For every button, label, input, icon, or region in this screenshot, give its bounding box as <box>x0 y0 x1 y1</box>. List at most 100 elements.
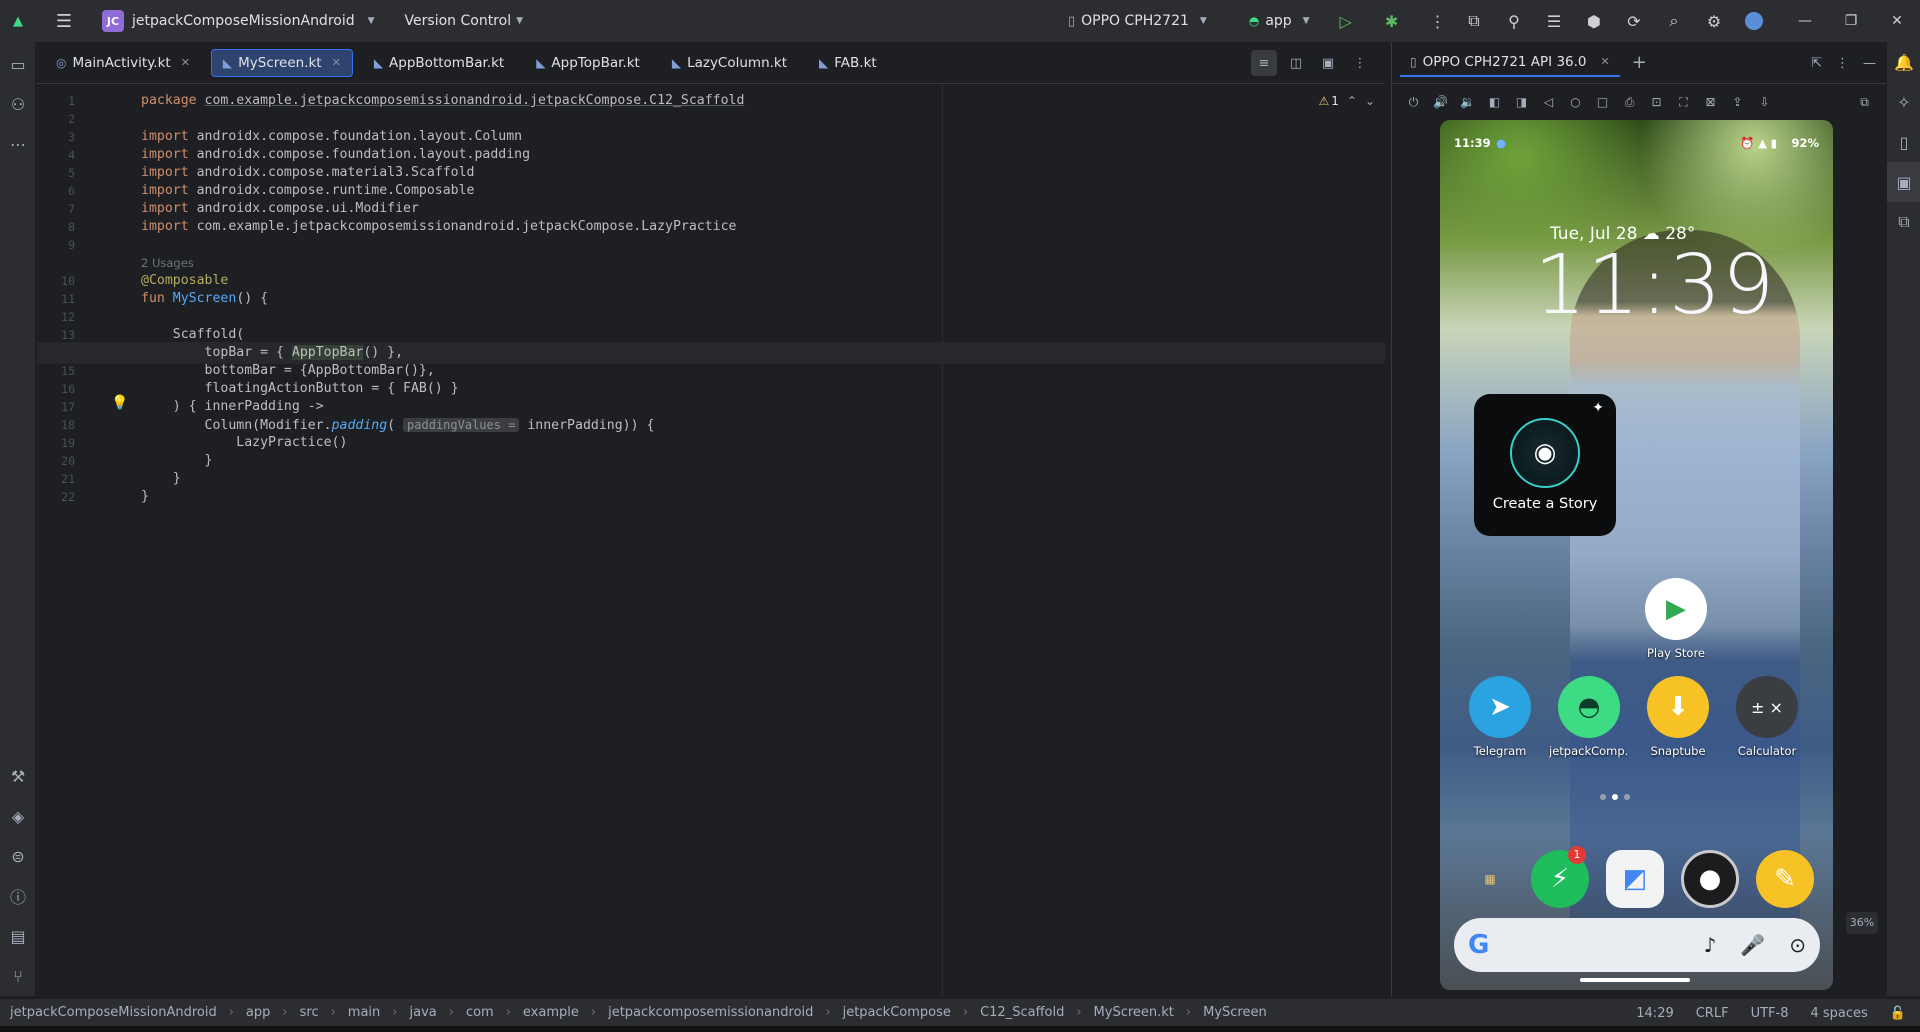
resource-manager-icon[interactable]: ⚇ <box>0 84 36 124</box>
device-manager-side-icon[interactable]: ▯ <box>1887 122 1920 162</box>
close-icon[interactable]: ✕ <box>181 56 190 69</box>
volume-down-icon[interactable]: 🔉 <box>1454 87 1481 117</box>
device-screen[interactable]: 11:39 ● ⏰ ▲ ▮ 92% Tue, Jul 28 ☁ 28° 11:3… <box>1440 120 1833 990</box>
line-separator[interactable]: CRLF <box>1696 1006 1729 1021</box>
debug-icon[interactable]: ✱ <box>1372 0 1412 42</box>
tab-fab[interactable]: ◣ FAB.kt <box>808 49 888 77</box>
caret-position[interactable]: 14:29 <box>1636 1006 1673 1021</box>
sdk-manager-icon[interactable]: ⬢ <box>1574 0 1614 42</box>
mirror-settings-icon[interactable]: ⧉ <box>1851 87 1878 117</box>
app-telegram[interactable]: ➤ Telegram <box>1460 676 1540 758</box>
app-jetpackcompose[interactable]: ◓ jetpackComp... <box>1549 676 1629 758</box>
fit-screen-icon[interactable]: ⛶ <box>1670 87 1697 117</box>
device-manager-icon[interactable]: ⧉ <box>1454 0 1494 42</box>
close-icon[interactable]: ✕ <box>332 56 341 69</box>
breadcrumb-item[interactable]: com <box>466 1005 494 1020</box>
code-area[interactable]: package com.example.jetpackcomposemissio… <box>37 84 1385 996</box>
logcat-icon[interactable]: ☰ <box>1534 0 1574 42</box>
line-number[interactable]: 22 <box>37 486 75 508</box>
breadcrumb-item[interactable]: jetpackCompose <box>843 1005 951 1020</box>
git-branch-icon[interactable]: ⑂ <box>0 956 36 996</box>
tab-appbottombar[interactable]: ◣ AppBottomBar.kt <box>363 49 515 77</box>
code-view-icon[interactable]: ≡ <box>1251 50 1277 76</box>
device-selector[interactable]: ▯ OPPO CPH2721 ▼ <box>1062 13 1213 29</box>
account-avatar-icon[interactable] <box>1734 0 1774 42</box>
run-icon[interactable]: ▷ <box>1326 0 1366 42</box>
rotate-left-icon[interactable]: ◧ <box>1481 87 1508 117</box>
zoom-level[interactable]: 36% <box>1846 912 1878 934</box>
device-tab[interactable]: ▯ OPPO CPH2721 API 36.0 ✕ <box>1400 49 1620 77</box>
breadcrumb-item[interactable]: MyScreen <box>1203 1005 1267 1020</box>
breadcrumb-item[interactable]: jetpackComposeMissionAndroid <box>10 1005 217 1020</box>
breadcrumb-item[interactable]: C12_Scaffold <box>980 1005 1064 1020</box>
problems-icon[interactable]: ⓘ <box>0 876 36 916</box>
breadcrumb-item[interactable]: main <box>348 1005 380 1020</box>
notifications-bell-icon[interactable]: 🔔 <box>1887 42 1920 82</box>
file-encoding[interactable]: UTF-8 <box>1751 1006 1789 1021</box>
gesture-home-bar[interactable] <box>1580 978 1690 982</box>
dock-app-phone-manager[interactable]: ⚡ 1 <box>1520 846 1600 908</box>
home-icon[interactable]: ○ <box>1562 87 1589 117</box>
close-window-icon[interactable]: ✕ <box>1874 0 1920 42</box>
breadcrumb-item[interactable]: app <box>246 1005 270 1020</box>
rotate-right-icon[interactable]: ◨ <box>1508 87 1535 117</box>
main-menu-icon[interactable]: ☰ <box>46 0 82 42</box>
split-view-icon[interactable]: ◫ <box>1283 50 1309 76</box>
app-snaptube[interactable]: ⬇ Snaptube <box>1638 676 1718 758</box>
settings-gear-icon[interactable]: ⚙ <box>1694 0 1734 42</box>
screen-record-icon[interactable]: ⊡ <box>1643 87 1670 117</box>
open-external-icon[interactable]: ⇱ <box>1811 56 1822 71</box>
app-calculator[interactable]: ± × Calculator <box>1727 676 1807 758</box>
dock-app-folder[interactable]: ▦ <box>1450 850 1530 908</box>
readonly-toggle-icon[interactable]: 🔓 <box>1890 1006 1906 1021</box>
dock-app-notes[interactable]: ✎ <box>1745 850 1825 908</box>
breadcrumb-item[interactable]: example <box>523 1005 579 1020</box>
terminal-icon[interactable]: ▤ <box>0 916 36 956</box>
minimize-window-icon[interactable]: — <box>1782 0 1828 42</box>
device-mirror-icon[interactable]: ⧉ <box>1887 202 1920 242</box>
overview-icon[interactable]: □ <box>1589 87 1616 117</box>
screenshot-icon[interactable]: ⎙ <box>1616 87 1643 117</box>
app-quality-icon[interactable]: ◈ <box>0 796 36 836</box>
gemini-icon[interactable]: ✧ <box>1887 82 1920 122</box>
export-icon[interactable]: ⇪ <box>1724 87 1751 117</box>
microphone-icon[interactable]: 🎤 <box>1740 933 1765 957</box>
lens-camera-icon[interactable]: ⊙ <box>1789 933 1806 957</box>
line-number[interactable]: 9 <box>37 234 75 256</box>
back-icon[interactable]: ◁ <box>1535 87 1562 117</box>
design-view-icon[interactable]: ▣ <box>1315 50 1341 76</box>
tab-options-icon[interactable]: ⋮ <box>1347 50 1373 76</box>
panel-options-icon[interactable]: ⋮ <box>1836 56 1849 71</box>
power-icon[interactable]: ⏻ <box>1400 87 1427 117</box>
project-folder-icon[interactable]: ▭ <box>0 44 36 84</box>
breadcrumb-item[interactable]: src <box>300 1005 319 1020</box>
dock-app-gallery[interactable]: ◩ <box>1595 850 1675 908</box>
google-search-bar[interactable]: G ♪ 🎤 ⊙ <box>1454 918 1820 972</box>
more-tools-icon[interactable]: ⋯ <box>0 124 36 164</box>
app-play-store[interactable]: ▶ Play Store <box>1636 578 1716 660</box>
sync-gradle-icon[interactable]: ⟳ <box>1614 0 1654 42</box>
app-inspection-icon[interactable]: ⊜ <box>0 836 36 876</box>
volume-up-icon[interactable]: 🔊 <box>1427 87 1454 117</box>
breadcrumb-item[interactable]: jetpackcomposemissionandroid <box>608 1005 813 1020</box>
hide-panel-icon[interactable]: — <box>1863 56 1876 71</box>
tab-mainactivity[interactable]: ◎ MainActivity.kt ✕ <box>45 49 201 77</box>
dock-app-camera[interactable]: ● <box>1670 850 1750 908</box>
download-icon[interactable]: ⇩ <box>1751 87 1778 117</box>
tab-myscreen[interactable]: ◣ MyScreen.kt ✕ <box>210 48 353 77</box>
run-config-selector[interactable]: ◓ app ▼ <box>1239 13 1320 29</box>
add-device-icon[interactable]: + <box>1632 52 1647 73</box>
indent-setting[interactable]: 4 spaces <box>1810 1006 1867 1021</box>
more-actions-icon[interactable]: ⋮ <box>1418 0 1458 42</box>
restore-window-icon[interactable]: ❐ <box>1828 0 1874 42</box>
breadcrumb-item[interactable]: java <box>409 1005 436 1020</box>
tab-apptopbar[interactable]: ◣ AppTopBar.kt <box>525 49 651 77</box>
tab-lazycolumn[interactable]: ◣ LazyColumn.kt <box>661 49 798 77</box>
layout-inspector-icon[interactable]: ⚲ <box>1494 0 1534 42</box>
version-control-menu[interactable]: Version Control ▼ <box>405 13 523 29</box>
create-story-widget[interactable]: ✦ ◉ Create a Story <box>1474 394 1616 536</box>
breadcrumb-item[interactable]: MyScreen.kt <box>1094 1005 1174 1020</box>
music-note-icon[interactable]: ♪ <box>1704 933 1717 957</box>
build-hammer-icon[interactable]: ⚒ <box>0 756 36 796</box>
running-devices-icon[interactable]: ▣ <box>1887 162 1920 202</box>
